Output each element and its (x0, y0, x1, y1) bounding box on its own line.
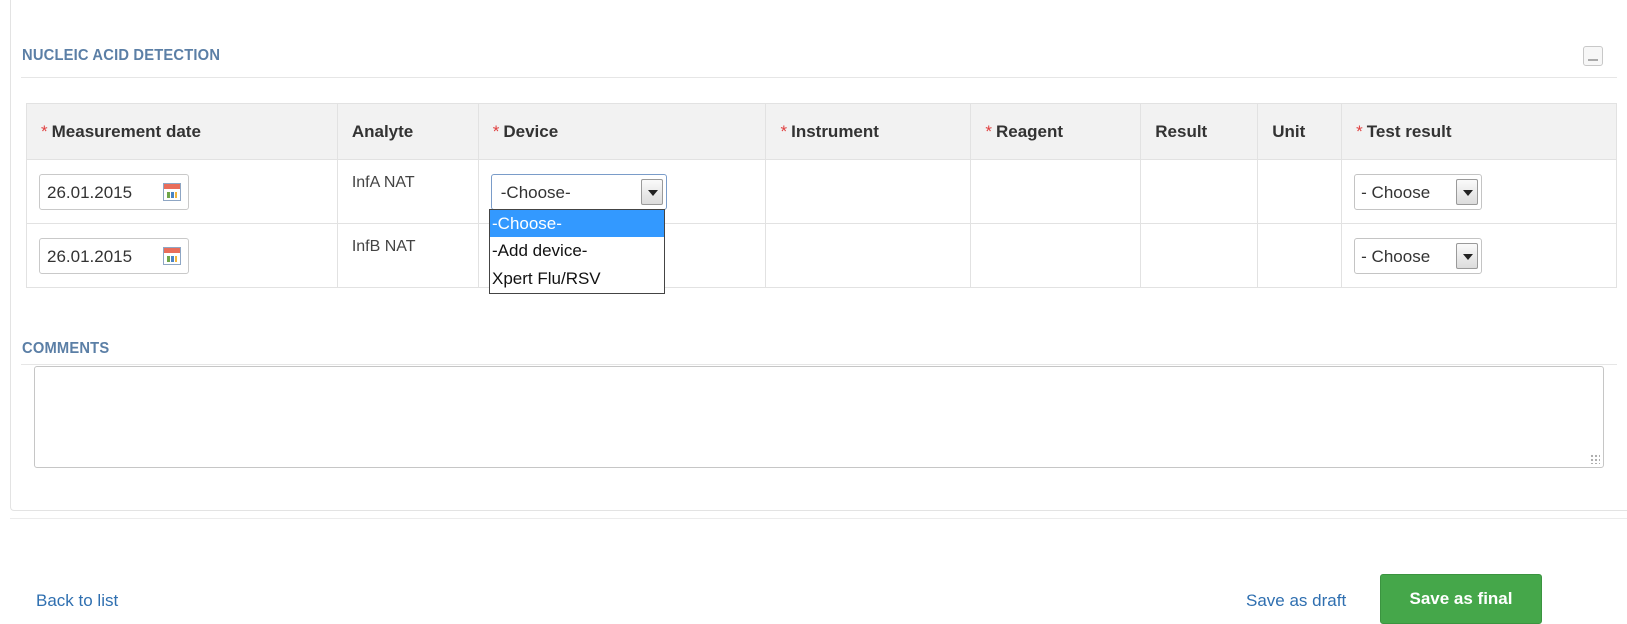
table-row: 26.01.2015 InfB NAT - Choose (26, 223, 1617, 288)
comments-textarea[interactable] (34, 366, 1604, 468)
reagent-cell[interactable] (970, 159, 1142, 224)
reagent-cell[interactable] (970, 223, 1142, 288)
col-result: Result (1140, 103, 1259, 160)
analyte-value: InfA NAT (351, 174, 415, 191)
required-marker: * (985, 121, 992, 141)
chevron-down-icon[interactable] (640, 179, 663, 205)
calendar-icon[interactable] (163, 183, 181, 201)
analyte-value: InfB NAT (351, 238, 416, 255)
device-dropdown-list[interactable]: -Choose- -Add device- Xpert Flu/RSV (489, 209, 665, 294)
save-as-final-button[interactable]: Save as final (1380, 574, 1542, 624)
results-table: * Measurement date Analyte * Device * Instr… (26, 103, 1617, 288)
required-marker: * (1356, 121, 1363, 141)
back-to-list-link[interactable]: Back to list (36, 591, 118, 611)
required-marker: * (492, 121, 500, 141)
comments-title: COMMENTS (22, 340, 110, 357)
col-unit: Unit (1257, 103, 1343, 160)
test-result-select[interactable]: - Choose (1354, 174, 1483, 210)
chevron-down-icon[interactable] (1456, 243, 1479, 269)
result-cell (1140, 159, 1259, 224)
unit-cell (1257, 159, 1343, 224)
required-marker: * (41, 121, 48, 141)
collapse-icon[interactable] (1583, 46, 1603, 66)
save-as-draft-link[interactable]: Save as draft (1246, 591, 1346, 611)
required-marker: * (780, 121, 788, 141)
col-test-result: * Test result (1341, 103, 1617, 160)
table-row: 26.01.2015 InfA NAT -Choose- - Choose (26, 159, 1617, 224)
dropdown-option-add-device[interactable]: -Add device- (490, 237, 664, 265)
col-measurement-date: * Measurement date (26, 103, 338, 160)
instrument-cell[interactable] (765, 159, 972, 224)
dropdown-option-choose[interactable]: -Choose- (490, 210, 664, 237)
table-header-row: * Measurement date Analyte * Device * Instr… (26, 103, 1617, 160)
measurement-date-input[interactable]: 26.01.2015 (39, 174, 189, 210)
result-cell (1140, 223, 1259, 288)
section-divider (21, 364, 1617, 365)
col-analyte: Analyte (336, 103, 479, 160)
calendar-icon[interactable] (163, 247, 181, 265)
nucleic-acid-detection-title: NUCLEIC ACID DETECTION (22, 47, 221, 64)
col-instrument: * Instrument (765, 103, 972, 160)
test-result-select[interactable]: - Choose (1354, 238, 1483, 274)
col-reagent: * Reagent (970, 103, 1142, 160)
section-divider (21, 77, 1617, 78)
device-select[interactable]: -Choose- (490, 174, 667, 210)
col-device: * Device (477, 103, 767, 160)
unit-cell (1257, 223, 1343, 288)
chevron-down-icon[interactable] (1456, 179, 1479, 205)
resize-grip-icon[interactable] (1590, 454, 1600, 464)
footer-divider (10, 518, 1627, 519)
dropdown-option-xpert[interactable]: Xpert Flu/RSV (490, 265, 664, 293)
measurement-date-input[interactable]: 26.01.2015 (39, 238, 189, 274)
instrument-cell[interactable] (765, 223, 972, 288)
